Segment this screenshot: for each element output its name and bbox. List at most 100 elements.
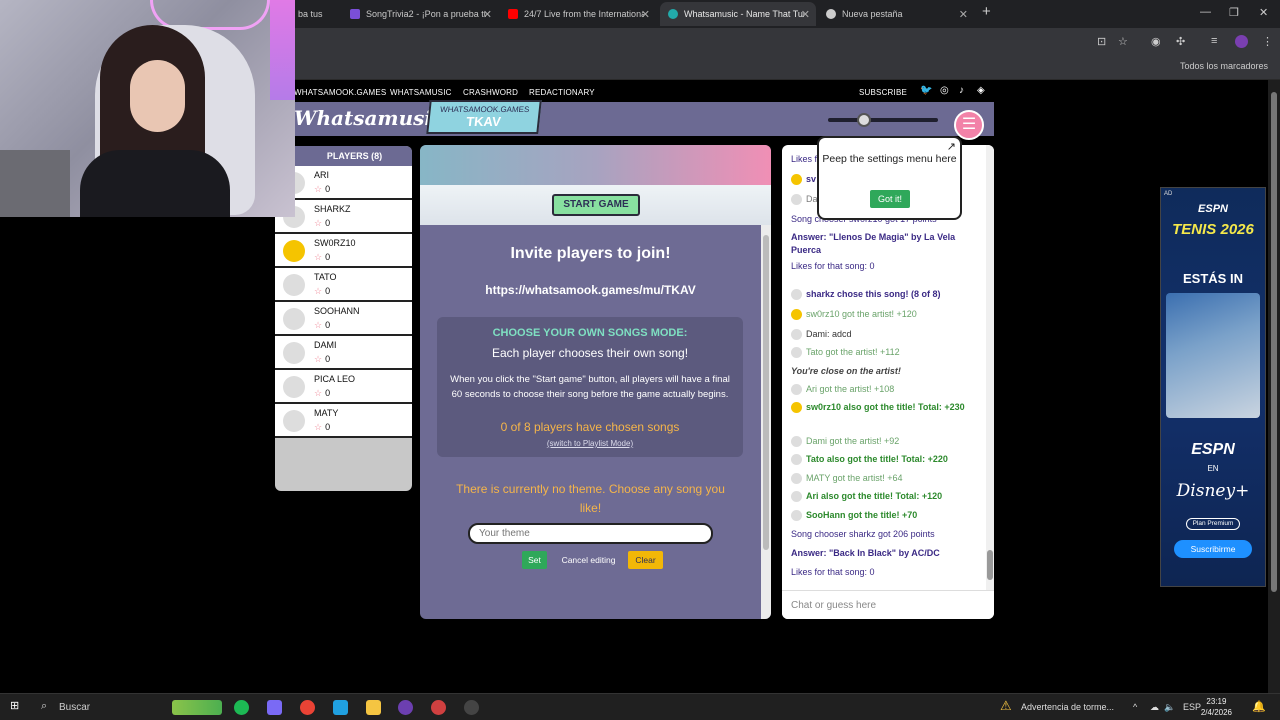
avatar [791, 454, 802, 466]
chat-scrollbar[interactable] [986, 145, 994, 590]
volume-knob[interactable] [857, 113, 871, 127]
notification-icon[interactable]: 🔔 [1252, 700, 1266, 713]
avatar [283, 308, 305, 330]
subscribe-ad-button[interactable]: Suscribirme [1174, 540, 1252, 558]
scroll-thumb[interactable] [763, 235, 769, 550]
settings-menu-button[interactable]: ☰ [954, 110, 984, 140]
copilot-icon[interactable] [267, 700, 282, 715]
browser-tab[interactable]: Nueva pestaña ✕ [818, 2, 974, 26]
close-tab-icon[interactable]: ✕ [641, 8, 650, 21]
extension-icon[interactable]: ◉ [1151, 35, 1161, 48]
language-indicator[interactable]: ESP [1183, 702, 1201, 712]
weather-alert[interactable]: Advertencia de torme... [1021, 702, 1114, 712]
clear-theme-button[interactable]: Clear [628, 551, 663, 569]
start-game-button[interactable]: START GAME [552, 194, 640, 216]
minimize-icon[interactable]: — [1200, 6, 1211, 18]
player-row[interactable]: SOOHANN ☆ 0 [275, 302, 412, 336]
switch-playlist-mode-link[interactable]: (switch to Playlist Mode) [437, 439, 743, 448]
settings-tooltip: ↗ Peep the settings menu here Got it! [817, 136, 962, 220]
restore-icon[interactable]: ❐ [1229, 6, 1239, 19]
chrome-icon[interactable] [300, 700, 315, 715]
nav-crashword[interactable]: CRASHWORD [463, 88, 518, 97]
set-theme-button[interactable]: Set [522, 551, 547, 569]
tiktok-icon[interactable]: ♪ [959, 85, 964, 96]
system-clock[interactable]: 23:19 2/4/2026 [1201, 696, 1232, 718]
taskbar-search[interactable]: ⌕ Buscar [33, 694, 170, 720]
browser-tab[interactable]: ba tus [290, 2, 340, 26]
twitter-icon[interactable]: 🐦 [920, 85, 932, 96]
bookmark-star-icon[interactable]: ☆ [1118, 35, 1128, 48]
player-row[interactable]: DAMI ☆ 0 [275, 336, 412, 370]
obs-icon[interactable] [398, 700, 413, 715]
star-icon: ☆ [314, 286, 323, 296]
subscribe-link[interactable]: SUBSCRIBE [859, 88, 907, 97]
player-row[interactable]: TATO ☆ 0 [275, 268, 412, 302]
windows-start-icon[interactable]: ⊞ [10, 699, 19, 712]
nav-whatsamook[interactable]: WHATSAMOOK.GAMES [294, 88, 386, 97]
chat-text: Da [806, 194, 818, 204]
webcam-overlay [0, 0, 295, 217]
player-row[interactable]: SHARKZ ☆ 0 [275, 200, 412, 234]
invite-url[interactable]: https://whatsamook.games/mu/TKAV [420, 283, 761, 297]
game-panel-scrollbar[interactable] [761, 225, 771, 619]
star-icon: ☆ [314, 218, 323, 228]
scroll-thumb[interactable] [987, 550, 993, 580]
avatar [791, 491, 802, 503]
youtube-icon [508, 9, 518, 19]
close-tab-icon[interactable]: ✕ [959, 8, 968, 21]
avatar [283, 410, 305, 432]
chat-message: Dami got the artist! +92 [791, 435, 976, 448]
volume-slider[interactable] [828, 113, 938, 127]
espn-logo: ESPN [1198, 203, 1228, 215]
instagram-icon[interactable]: ◎ [940, 85, 949, 96]
chat-message: Likes for that song: 0 [791, 260, 976, 273]
page-scrollbar[interactable] [1268, 80, 1280, 693]
site-logo[interactable]: Whatsamusic [294, 106, 444, 130]
chat-input[interactable]: Chat or guess here [782, 590, 994, 619]
gradient-banner [420, 145, 771, 185]
avatar [791, 347, 802, 359]
chevron-up-icon[interactable]: ^ [1133, 702, 1137, 712]
player-row[interactable]: MATY ☆ 0 [275, 404, 412, 438]
browser-tab[interactable]: SongTrivia2 - ¡Pon a prueba tus ✕ [342, 2, 498, 26]
file-explorer-icon[interactable] [366, 700, 381, 715]
app-icon[interactable] [333, 700, 348, 715]
sound-icon[interactable]: 🔈 [1164, 702, 1175, 713]
player-row[interactable]: PICA LEO ☆ 0 [275, 370, 412, 404]
chat-message: Dami: adcd [791, 328, 976, 341]
player-name: SHARKZ [314, 204, 351, 214]
widgets-icon[interactable] [172, 700, 222, 715]
theme-input[interactable] [468, 523, 713, 544]
got-it-button[interactable]: Got it! [870, 190, 910, 208]
media-icon[interactable]: ≡ [1211, 35, 1217, 47]
close-tab-icon[interactable]: ✕ [801, 8, 810, 21]
kebab-menu-icon[interactable]: ⋮ [1262, 35, 1273, 48]
close-tab-icon[interactable]: ✕ [483, 8, 492, 21]
chat-message: Likes for that song: 0 [791, 566, 976, 579]
nav-redactionary[interactable]: REDACTIONARY [529, 88, 595, 97]
player-row[interactable]: ARI ☆ 0 [275, 166, 412, 200]
cloud-icon[interactable]: ☁ [1150, 702, 1159, 713]
close-window-icon[interactable]: ✕ [1259, 6, 1268, 19]
browser-tab-active[interactable]: Whatsamusic - Name That Tune ✕ [660, 2, 816, 26]
nav-whatsamusic[interactable]: WHATSAMUSIC [390, 88, 452, 97]
all-bookmarks-link[interactable]: Todos los marcadores [1180, 61, 1268, 71]
scroll-thumb[interactable] [1271, 92, 1277, 592]
spotify-icon[interactable] [234, 700, 249, 715]
profile-avatar[interactable] [1235, 35, 1248, 48]
chat-message: MATY got the artist! +64 [791, 472, 976, 485]
puzzle-icon[interactable]: ✣ [1176, 35, 1185, 48]
discord-icon[interactable]: ◈ [977, 85, 985, 96]
cancel-editing-button[interactable]: Cancel editing [556, 551, 621, 569]
whatsamusic-icon [668, 9, 678, 19]
player-row[interactable]: SW0RZ10 ☆ 0 [275, 234, 412, 268]
chrome-profile-icon[interactable] [431, 700, 446, 715]
player-name: SOOHANN [314, 306, 360, 316]
new-tab-button[interactable]: + [982, 3, 991, 20]
app-icon[interactable] [464, 700, 479, 715]
advertisement[interactable]: AD ESPN TENIS 2026 ESTÁS IN ESPN EN Disn… [1160, 187, 1266, 587]
player-score: ☆ 0 [314, 218, 330, 229]
translate-icon[interactable]: ⊡ [1097, 35, 1106, 48]
player-score: ☆ 0 [314, 252, 330, 263]
browser-tab[interactable]: 24/7 Live from the International ✕ [500, 2, 656, 26]
